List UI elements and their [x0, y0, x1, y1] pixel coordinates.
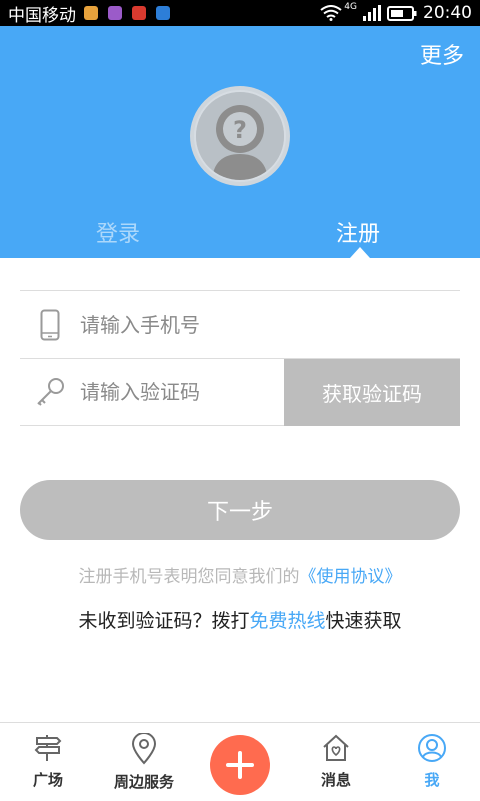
house-heart-icon: [323, 734, 349, 761]
code-row: 获取验证码: [20, 358, 460, 426]
key-icon: [37, 378, 64, 406]
hotline-text: 未收到验证码？拨打免费热线快速获取: [78, 610, 402, 632]
nav-label: 周边服务: [113, 773, 174, 791]
app-notification-icon: [84, 6, 98, 20]
signpost-icon: [34, 735, 62, 761]
profile-header: 更多 ? 登录 注册: [0, 26, 480, 258]
phone-input[interactable]: [80, 291, 460, 358]
avatar[interactable]: ?: [190, 86, 290, 186]
tab-login[interactable]: 登录: [96, 216, 140, 248]
app-notification-icon: [156, 6, 170, 20]
nav-label: 广场: [32, 771, 63, 789]
more-button[interactable]: 更多: [420, 38, 464, 70]
app-notification-icon: [108, 6, 122, 20]
plus-icon: [226, 751, 254, 779]
hotline-link[interactable]: 免费热线: [249, 610, 325, 632]
terms-link[interactable]: 《使用协议》: [300, 567, 402, 587]
network-type: 4G: [344, 2, 357, 12]
status-bar: 中国移动 4G 20:40: [0, 0, 480, 26]
app-notification-icon: [132, 6, 146, 20]
battery-icon: [387, 5, 417, 21]
location-pin-icon: [131, 733, 157, 765]
publish-button[interactable]: [210, 735, 270, 795]
nav-label: 我: [424, 771, 440, 789]
nav-item-nearby[interactable]: 周边服务: [96, 723, 192, 801]
nav-item-square[interactable]: 广场: [0, 723, 96, 801]
nav-item-me[interactable]: 我: [384, 723, 480, 801]
active-tab-indicator: [350, 247, 370, 258]
nav-item-messages[interactable]: 消息: [288, 723, 384, 801]
carrier-name: 中国移动: [8, 5, 76, 26]
get-code-button[interactable]: 获取验证码: [284, 359, 460, 426]
register-form: 获取验证码: [20, 290, 460, 426]
bottom-nav: 广场 周边服务 消息 我: [0, 722, 480, 800]
signal-icon: [363, 5, 381, 21]
phone-row: [20, 290, 460, 358]
wifi-icon: [320, 5, 342, 21]
default-avatar-icon: ?: [196, 92, 284, 180]
next-step-button[interactable]: 下一步: [20, 480, 460, 540]
nav-label: 消息: [320, 771, 351, 789]
user-icon: [418, 734, 446, 762]
tab-register[interactable]: 注册: [336, 216, 380, 248]
svg-text:?: ?: [233, 116, 247, 144]
phone-icon: [40, 309, 60, 340]
agreement-text: 注册手机号表明您同意我们的《使用协议》: [78, 567, 402, 587]
clock: 20:40: [423, 3, 472, 23]
